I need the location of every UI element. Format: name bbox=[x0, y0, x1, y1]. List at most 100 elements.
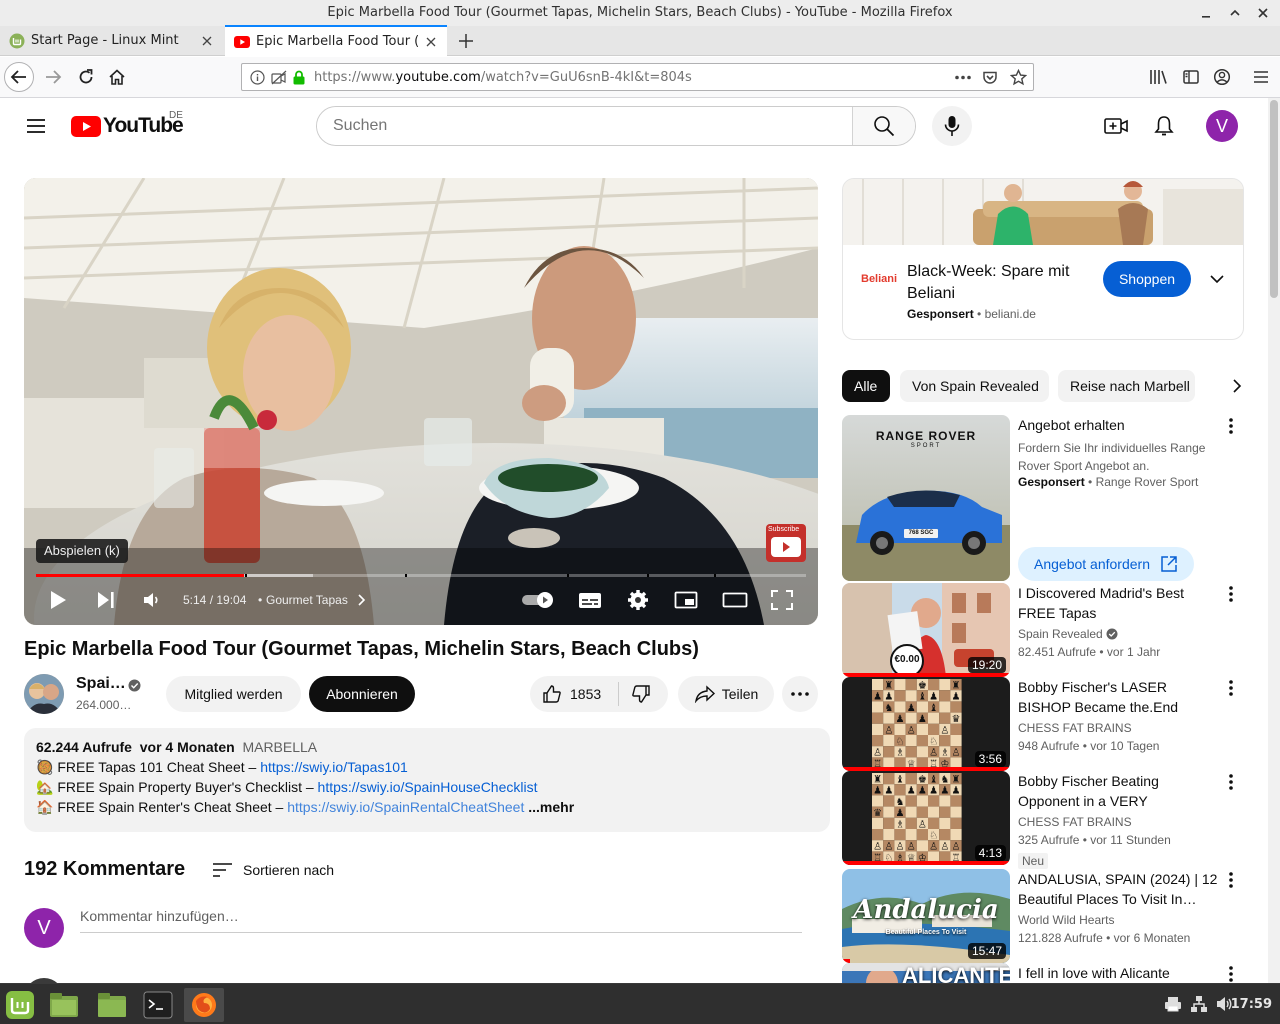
chess-piece: ♜ bbox=[952, 681, 961, 692]
close-tab-icon[interactable] bbox=[198, 32, 216, 50]
board-square bbox=[939, 679, 951, 691]
more-vertical-icon[interactable] bbox=[1222, 679, 1240, 697]
recommendation-item[interactable]: ♜ ♝ ♚ ♝ ♞ ♜ ♟ ♟ ♟ ♟ ♟ ♟ ♟ ♞ ♛ ♟ ♗ ♙ ♘ ♙ ♙ ♙ ♙ ♙ ♙ ♙ ♖ ♘ ♗ ♕ ♔ ♖ 4:13 Bo… bbox=[842, 771, 1244, 869]
create-button[interactable] bbox=[1096, 106, 1136, 146]
description-link[interactable]: https://swiy.io/SpainHouseChecklist bbox=[318, 779, 538, 795]
range-rover-ad[interactable]: RANGE ROVER SPORT 768 SGC Angebot erhalt… bbox=[842, 415, 1244, 581]
thumbs-down-icon[interactable] bbox=[631, 684, 651, 704]
more-vertical-icon[interactable] bbox=[1222, 871, 1240, 889]
chip-channel[interactable]: Von Spain Revealed bbox=[900, 370, 1049, 402]
description-link[interactable]: https://swiy.io/SpainRentalCheatSheet bbox=[287, 799, 524, 815]
recommendation-item[interactable]: Andalucia Beautiful Places To Visit 15:4… bbox=[842, 869, 1244, 963]
recommendation-item[interactable]: €0.00 19:20 I Discovered Madrid's Best F… bbox=[842, 583, 1244, 677]
chip-all[interactable]: Alle bbox=[842, 370, 890, 402]
network-icon[interactable] bbox=[1190, 995, 1208, 1013]
account-button[interactable] bbox=[1207, 62, 1237, 92]
miniplayer-button[interactable] bbox=[674, 586, 698, 614]
board-square bbox=[905, 817, 917, 829]
terminal-button[interactable] bbox=[140, 988, 176, 1022]
url-bar[interactable]: https://www.youtube.com/watch?v=GuU6snB-… bbox=[241, 63, 1034, 91]
ad-thumbnail: RANGE ROVER SPORT 768 SGC bbox=[842, 415, 1010, 581]
description-link[interactable]: https://swiy.io/Tapas101 bbox=[260, 759, 408, 775]
show-desktop-button[interactable] bbox=[46, 988, 82, 1022]
request-offer-button[interactable]: Angebot anfordern bbox=[1018, 547, 1194, 581]
more-vertical-icon[interactable] bbox=[1222, 965, 1240, 983]
hashtag-link[interactable]: MARBELLA bbox=[242, 739, 317, 755]
chapter-title[interactable]: Gourmet Tapas bbox=[266, 586, 348, 614]
chess-piece: ♙ bbox=[952, 842, 961, 853]
library-button[interactable] bbox=[1144, 62, 1174, 92]
close-window-icon[interactable] bbox=[1253, 3, 1273, 23]
chapter-chevron-icon[interactable] bbox=[356, 586, 366, 614]
recommendation-item[interactable]: ♜ ♚ ♜ ♟ ♟ ♝ ♟ ♟ ♞ ♟ ♝ ♟ ♟ ♛ ♙ ♙ ♙ ♘ ♘ ♙ ♗ ♙ ♗ ♙ ♖ ♕ ♖ ♔ 3:56 Bobby … bbox=[842, 677, 1244, 771]
recommendation-item[interactable]: ALICANTE I fell in love with Alicante bbox=[842, 963, 1244, 983]
page-scrollbar[interactable] bbox=[1268, 98, 1280, 983]
tab-start-page[interactable]: Start Page - Linux Mint bbox=[0, 26, 224, 56]
youtube-logo[interactable]: YouTube DE bbox=[71, 110, 191, 138]
more-actions-button[interactable] bbox=[782, 676, 818, 712]
more-vertical-icon[interactable] bbox=[1222, 585, 1240, 603]
home-button[interactable] bbox=[102, 62, 132, 92]
add-comment-input[interactable]: Kommentar hinzufügen… bbox=[80, 908, 802, 933]
shop-button[interactable]: Shoppen bbox=[1103, 261, 1191, 297]
autoplay-toggle[interactable] bbox=[521, 586, 557, 614]
mute-button[interactable] bbox=[142, 586, 162, 614]
sort-icon bbox=[213, 863, 232, 877]
menu-button[interactable] bbox=[1246, 62, 1276, 92]
more-vertical-icon[interactable] bbox=[1222, 417, 1240, 435]
settings-button[interactable] bbox=[626, 586, 650, 614]
description-box[interactable]: 62.244 Aufrufe vor 4 Monaten MARBELLA 🥘 … bbox=[24, 728, 830, 832]
board-square bbox=[939, 701, 951, 713]
printer-icon[interactable] bbox=[1164, 996, 1182, 1012]
mint-menu-button[interactable] bbox=[2, 988, 38, 1022]
channel-avatar[interactable] bbox=[24, 674, 64, 714]
thumbs-up-icon[interactable] bbox=[542, 684, 562, 704]
fullscreen-button[interactable] bbox=[771, 586, 793, 614]
more-vertical-icon[interactable] bbox=[1222, 773, 1240, 791]
guide-menu-button[interactable] bbox=[18, 108, 54, 144]
subscribe-button[interactable]: Abonnieren bbox=[309, 676, 415, 712]
subscribe-watermark[interactable]: Subscribe bbox=[766, 524, 806, 562]
board-square bbox=[905, 690, 917, 702]
chevron-down-icon[interactable] bbox=[1209, 272, 1225, 286]
sidebar-button[interactable] bbox=[1176, 62, 1206, 92]
play-button[interactable] bbox=[48, 586, 68, 614]
files-button[interactable] bbox=[94, 988, 130, 1022]
sort-comments-button[interactable]: Sortieren nach bbox=[212, 858, 334, 882]
chess-piece: ♙ bbox=[952, 748, 961, 759]
minimize-icon[interactable] bbox=[1196, 3, 1216, 23]
new-tab-button[interactable] bbox=[452, 26, 480, 56]
avatar[interactable]: V bbox=[1206, 110, 1238, 142]
theater-mode-button[interactable] bbox=[722, 586, 748, 614]
close-tab-icon[interactable] bbox=[422, 33, 440, 51]
tab-youtube[interactable]: Epic Marbella Food Tour (G bbox=[225, 25, 447, 56]
channel-name[interactable]: Spai… bbox=[76, 675, 126, 693]
maximize-icon[interactable] bbox=[1225, 3, 1245, 23]
chips-next-button[interactable] bbox=[1196, 370, 1244, 402]
voice-search-button[interactable] bbox=[932, 106, 972, 146]
chapter-divider bbox=[567, 574, 569, 577]
chess-piece: ♝ bbox=[896, 775, 905, 786]
scrollbar-thumb[interactable] bbox=[1270, 100, 1278, 298]
show-more-link[interactable]: ...mehr bbox=[528, 799, 574, 815]
chip-topic[interactable]: Reise nach Marbell bbox=[1058, 370, 1195, 402]
board-square bbox=[916, 735, 928, 747]
sponsored-ad-card[interactable]: Beliani Black-Week: Spare mit Beliani Ge… bbox=[842, 178, 1244, 340]
next-button[interactable] bbox=[96, 586, 116, 614]
join-button[interactable]: Mitglied werden bbox=[166, 676, 301, 712]
notifications-button[interactable] bbox=[1144, 106, 1184, 146]
search-button[interactable] bbox=[852, 107, 915, 145]
progress-bar[interactable] bbox=[36, 574, 806, 577]
subtitles-button[interactable] bbox=[578, 586, 602, 614]
reload-button[interactable] bbox=[71, 62, 101, 92]
forward-button[interactable] bbox=[38, 62, 68, 92]
search-input[interactable] bbox=[317, 107, 853, 145]
board-square bbox=[928, 712, 940, 724]
firefox-taskbar-button[interactable] bbox=[184, 988, 224, 1022]
video-player[interactable]: Subscribe Abspielen (k) 5:14 / 19:04 • G… bbox=[24, 178, 818, 625]
window-titlebar: Epic Marbella Food Tour (Gourmet Tapas, … bbox=[0, 0, 1280, 26]
back-button[interactable] bbox=[4, 62, 34, 92]
share-button[interactable]: Teilen bbox=[678, 676, 774, 712]
like-count[interactable]: 1853 bbox=[570, 686, 601, 702]
subscriber-count: 264.000… bbox=[76, 698, 132, 712]
